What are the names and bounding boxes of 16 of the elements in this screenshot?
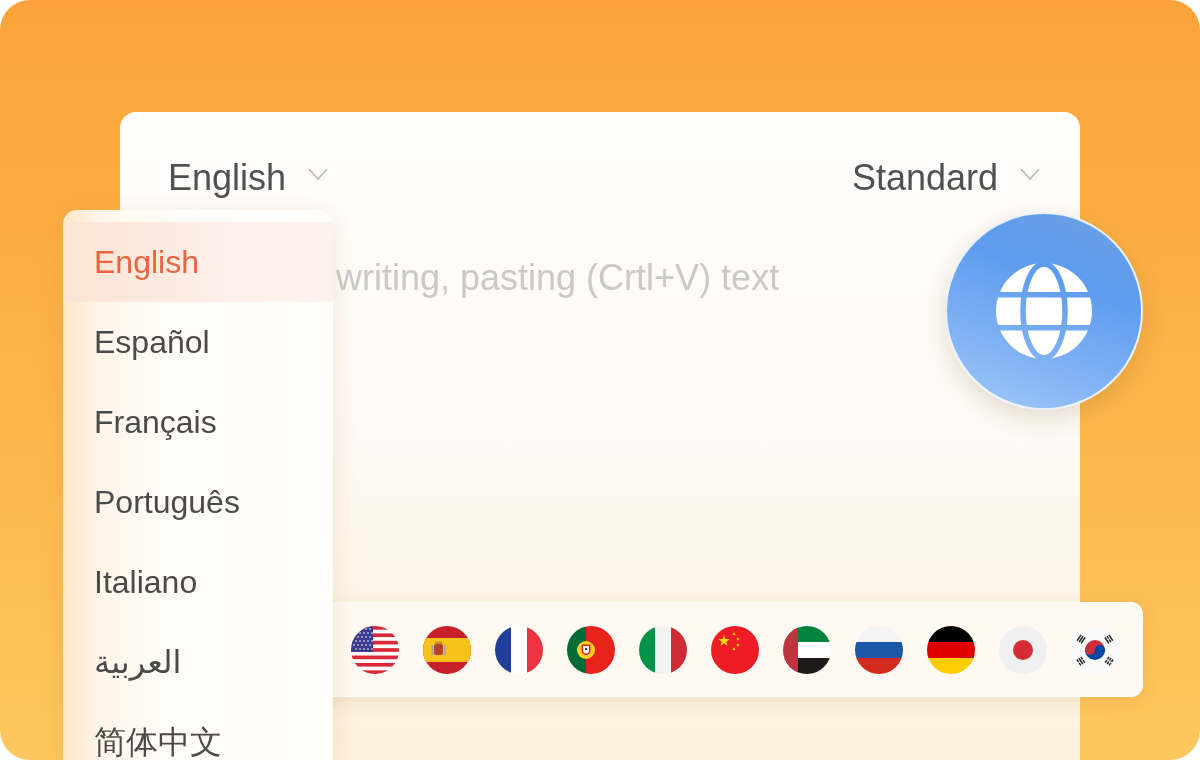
france-flag-icon[interactable] [495, 625, 543, 674]
chevron-down-icon [1020, 167, 1040, 181]
chevron-down-icon [308, 167, 329, 181]
russia-flag-icon[interactable] [855, 625, 903, 674]
mode-dropdown[interactable]: Standard [851, 156, 1040, 200]
source-language-dropdown[interactable]: English [168, 156, 329, 200]
germany-flag-icon[interactable] [927, 625, 975, 674]
spain-flag-icon[interactable] [423, 625, 471, 674]
globe-icon [996, 263, 1092, 359]
italy-flag-icon[interactable] [639, 625, 687, 674]
south-korea-flag-icon[interactable] [1071, 625, 1119, 674]
usa-flag-icon[interactable] [351, 625, 399, 674]
japan-flag-icon[interactable] [999, 625, 1047, 674]
china-flag-icon[interactable] [711, 625, 759, 674]
portugal-flag-icon[interactable] [567, 625, 615, 674]
uae-flag-icon[interactable] [783, 625, 831, 674]
